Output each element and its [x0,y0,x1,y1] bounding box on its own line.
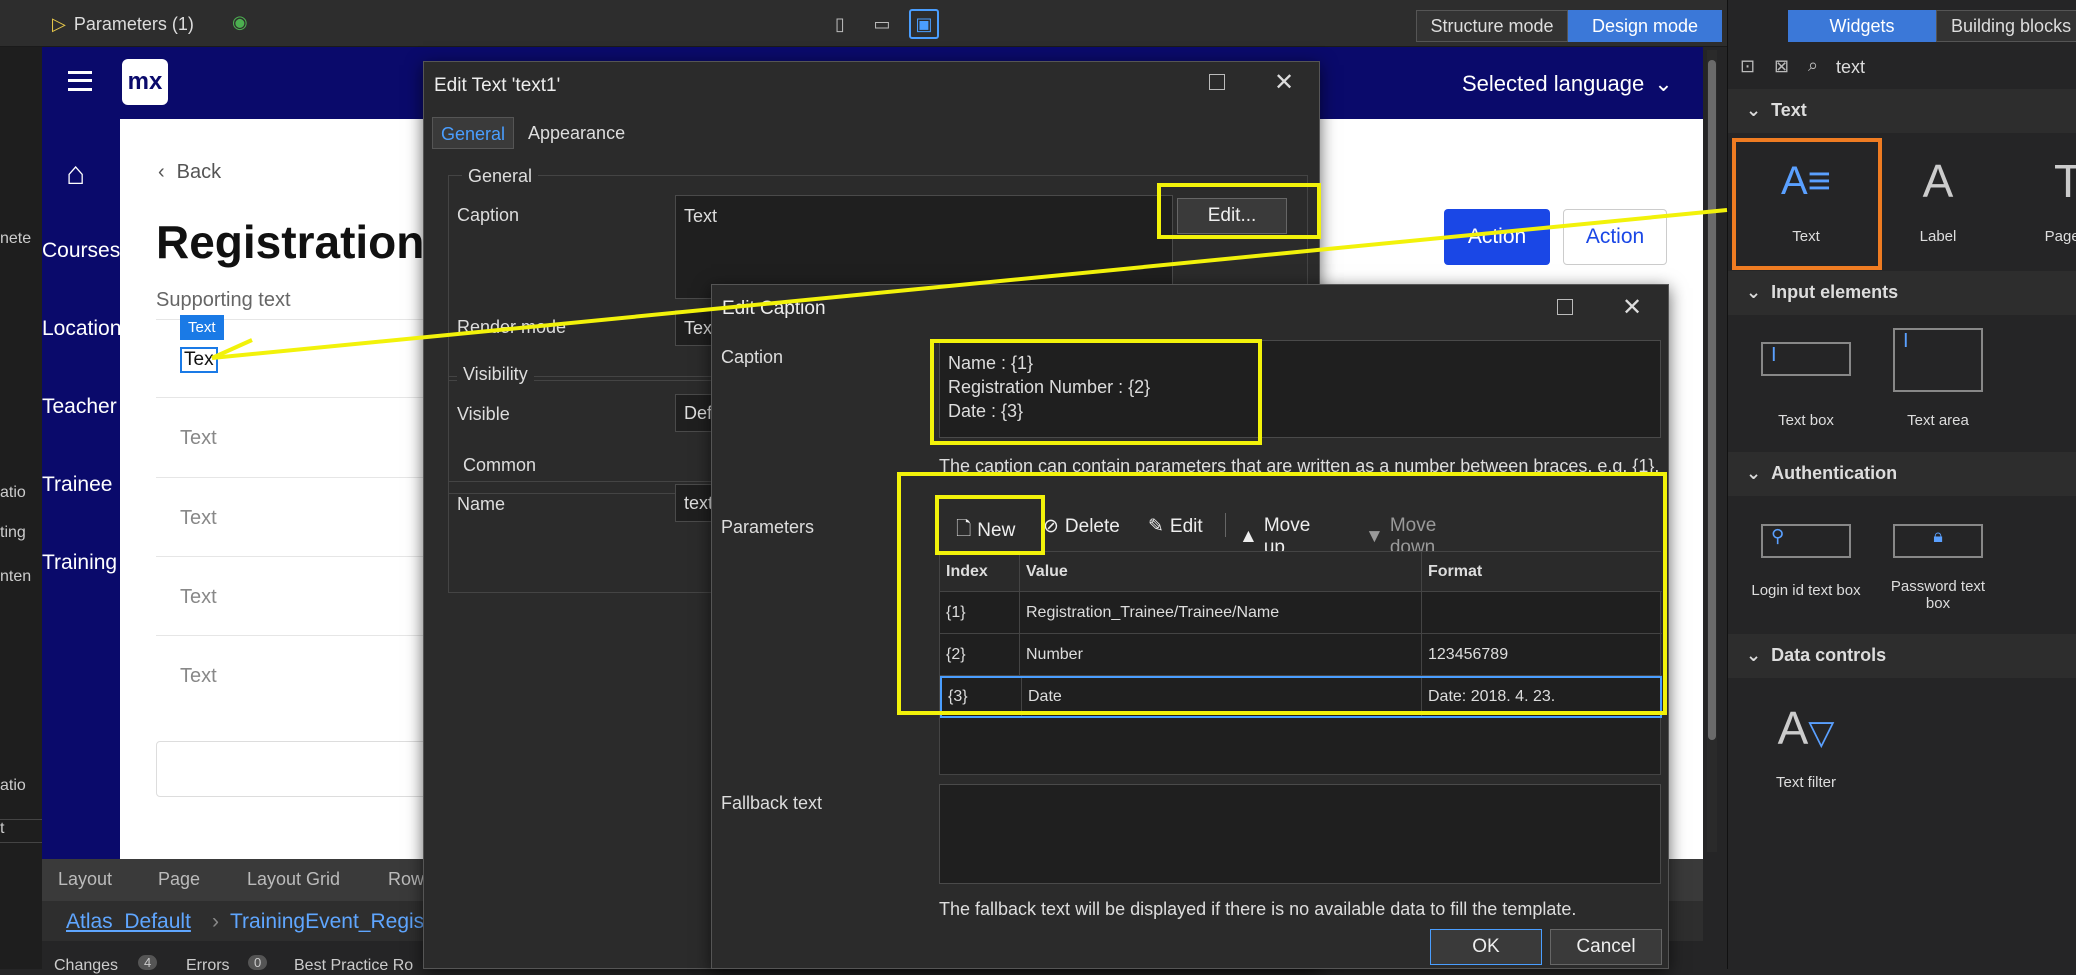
annotation-arrow [211,208,1728,360]
